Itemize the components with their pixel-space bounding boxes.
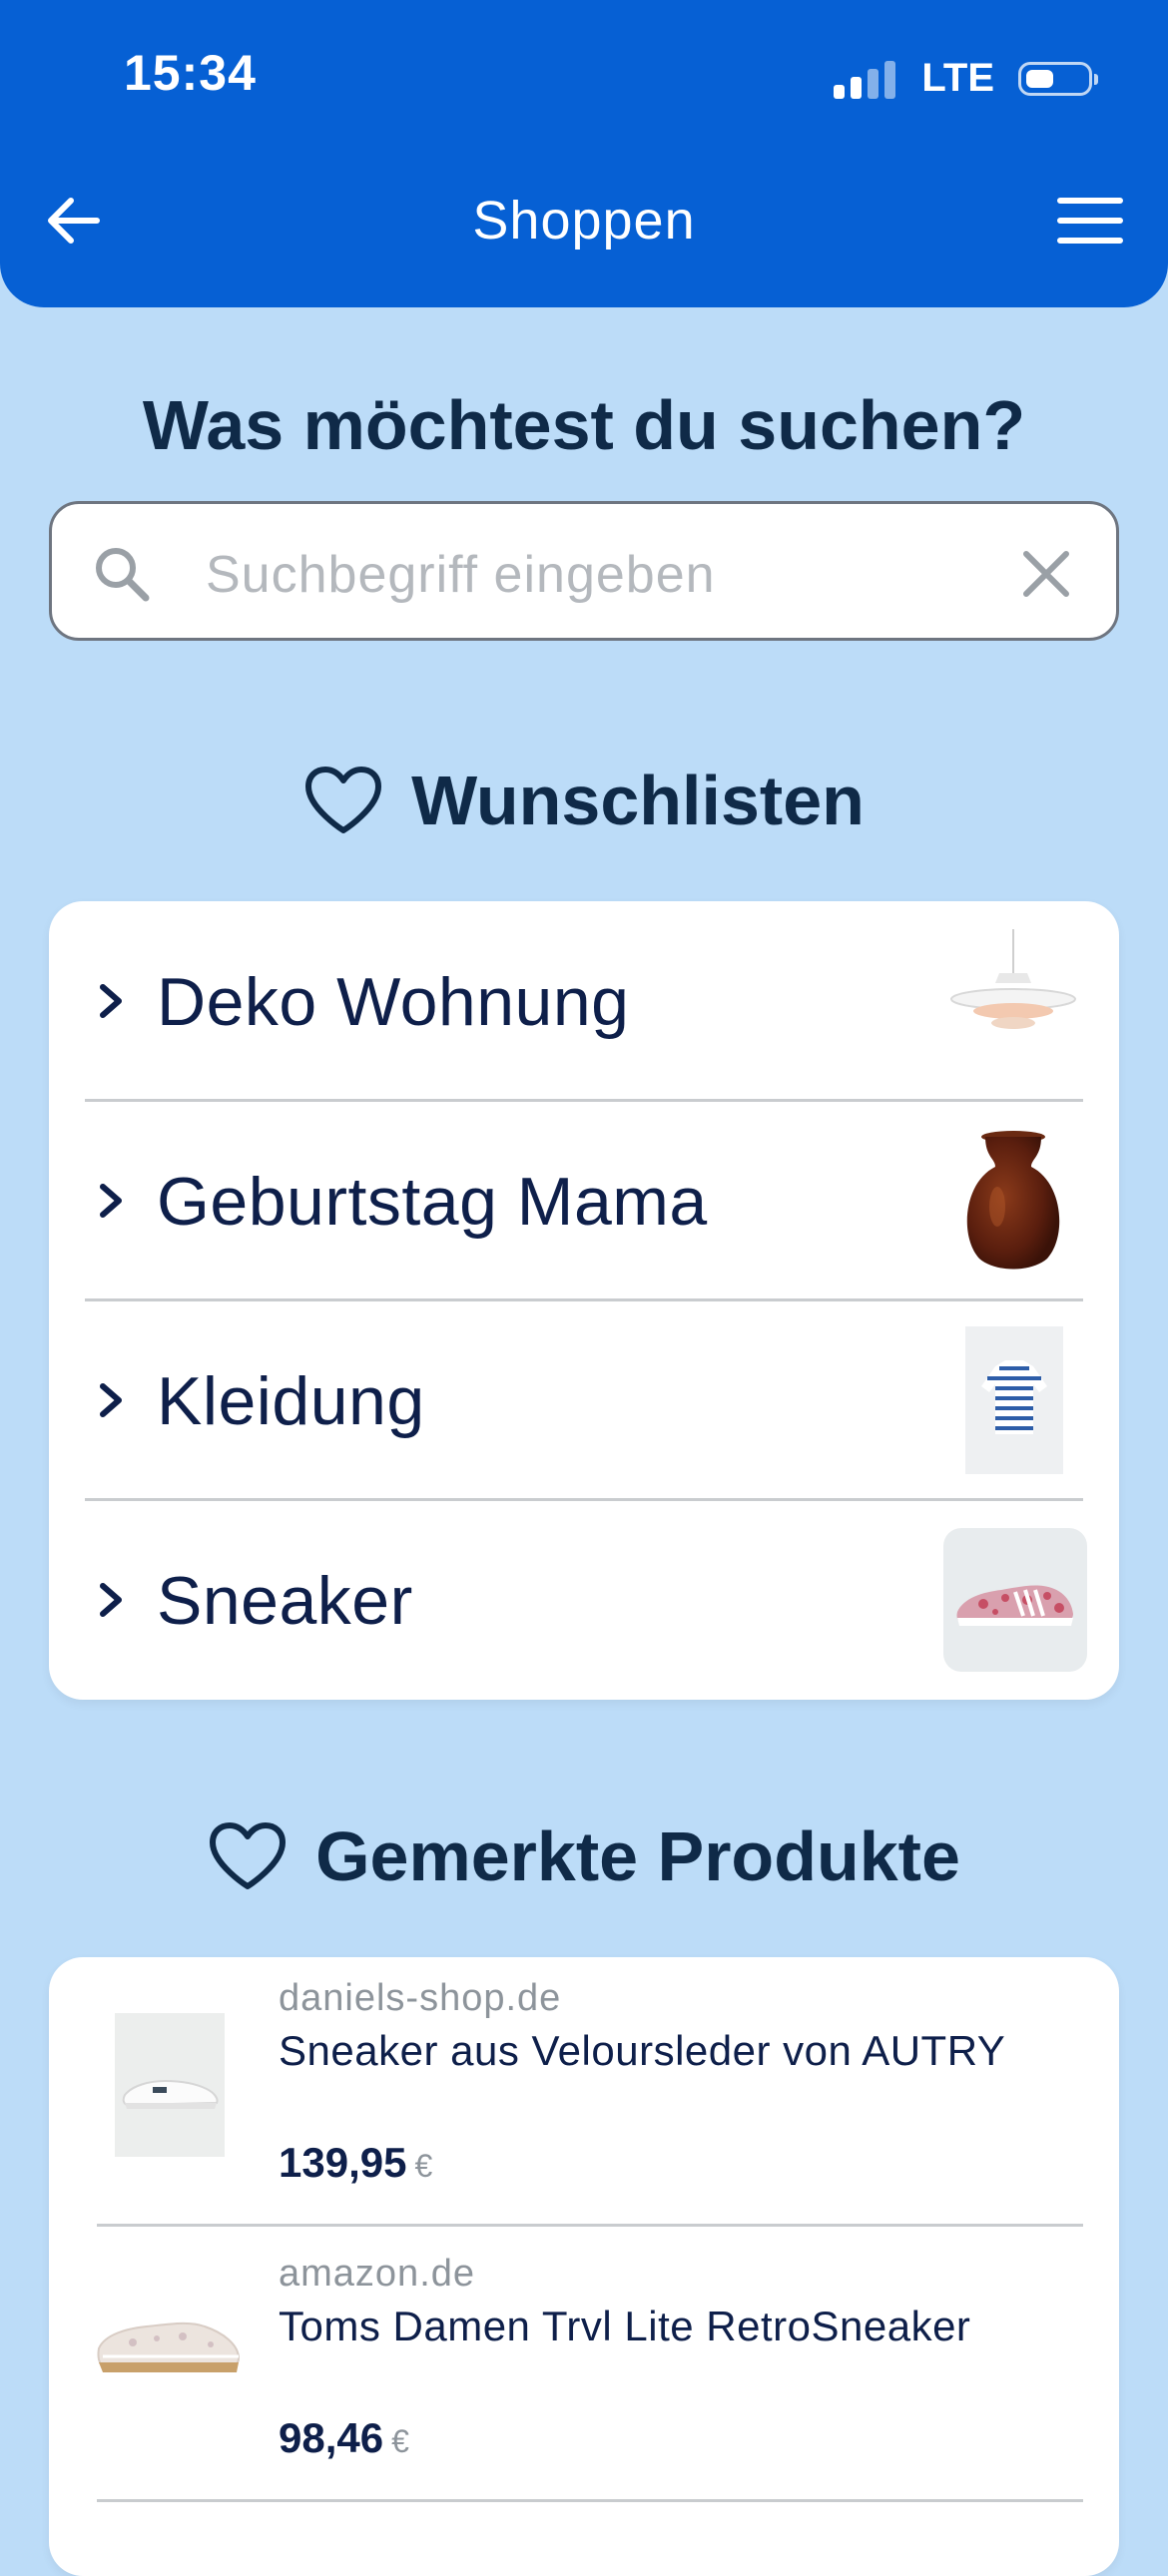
product-name: Toms Damen Trvl Lite RetroSneaker — [279, 2303, 971, 2349]
wishlist-item-label: Sneaker — [157, 1563, 413, 1639]
app-header: 15:34 LTE Shoppen — [0, 0, 1168, 307]
wishlists-heading: Wunschlisten — [0, 761, 1168, 840]
price-value: 139,95 — [279, 2139, 407, 2186]
beige-sneaker-image — [93, 2287, 241, 2436]
price-currency: € — [391, 2423, 409, 2459]
brown-vase-image — [939, 1127, 1087, 1275]
product-shop: daniels-shop.de — [279, 1977, 562, 2019]
wishlist-item-deko-wohnung[interactable]: Deko Wohnung — [49, 901, 1119, 1101]
saved-products-card: daniels-shop.de Sneaker aus Veloursleder… — [49, 1957, 1119, 2576]
price-currency: € — [414, 2148, 433, 2184]
product-shop: amazon.de — [279, 2253, 476, 2295]
divider — [97, 2224, 1083, 2227]
product-item[interactable]: amazon.de Toms Damen Trvl Lite RetroSnea… — [49, 2233, 1119, 2508]
divider — [97, 2499, 1083, 2502]
wishlists-card: Deko Wohnung Geburtstag Mama Kleidung Sn… — [49, 901, 1119, 1700]
heart-icon — [305, 767, 382, 833]
product-price: 139,95 € — [279, 2139, 432, 2187]
network-type: LTE — [921, 56, 994, 100]
pendant-lamp-image — [939, 927, 1087, 1075]
product-item[interactable]: daniels-shop.de Sneaker aus Veloursleder… — [49, 1957, 1119, 2233]
search-icon — [96, 548, 150, 602]
signal-icon — [834, 59, 896, 99]
chevron-right-icon — [100, 1184, 122, 1218]
wishlist-item-label: Kleidung — [157, 1363, 425, 1439]
white-sneaker-image — [97, 2013, 237, 2163]
chevron-right-icon — [100, 1583, 122, 1617]
menu-button[interactable] — [1050, 186, 1130, 256]
product-price: 98,46 € — [279, 2414, 409, 2462]
wishlist-item-sneaker[interactable]: Sneaker — [49, 1500, 1119, 1700]
chevron-right-icon — [100, 1383, 122, 1417]
page-title: Shoppen — [472, 191, 696, 251]
heart-icon — [210, 1822, 287, 1889]
wishlist-item-kleidung[interactable]: Kleidung — [49, 1300, 1119, 1500]
status-time: 15:34 — [124, 45, 257, 101]
hamburger-menu-icon — [1057, 198, 1123, 244]
floral-sneaker-image — [943, 1528, 1087, 1672]
chevron-right-icon — [100, 984, 122, 1018]
search-heading: Was möchtest du suchen? — [142, 386, 1026, 464]
search-box[interactable] — [49, 501, 1119, 641]
wishlist-item-geburtstag-mama[interactable]: Geburtstag Mama — [49, 1101, 1119, 1300]
striped-shirt-image — [965, 1326, 1063, 1474]
wishlist-item-label: Geburtstag Mama — [157, 1164, 708, 1240]
close-icon[interactable] — [1020, 548, 1072, 600]
search-input[interactable] — [204, 534, 1026, 616]
status-indicators: LTE — [834, 56, 1098, 101]
product-name: Sneaker aus Veloursleder von AUTRY — [279, 2027, 1006, 2074]
saved-products-title: Gemerkte Produkte — [315, 1817, 960, 1895]
price-value: 98,46 — [279, 2414, 384, 2461]
wishlist-item-label: Deko Wohnung — [157, 964, 630, 1040]
saved-products-heading: Gemerkte Produkte — [0, 1816, 1168, 1896]
wishlists-title: Wunschlisten — [411, 762, 865, 839]
battery-icon — [1018, 61, 1098, 96]
